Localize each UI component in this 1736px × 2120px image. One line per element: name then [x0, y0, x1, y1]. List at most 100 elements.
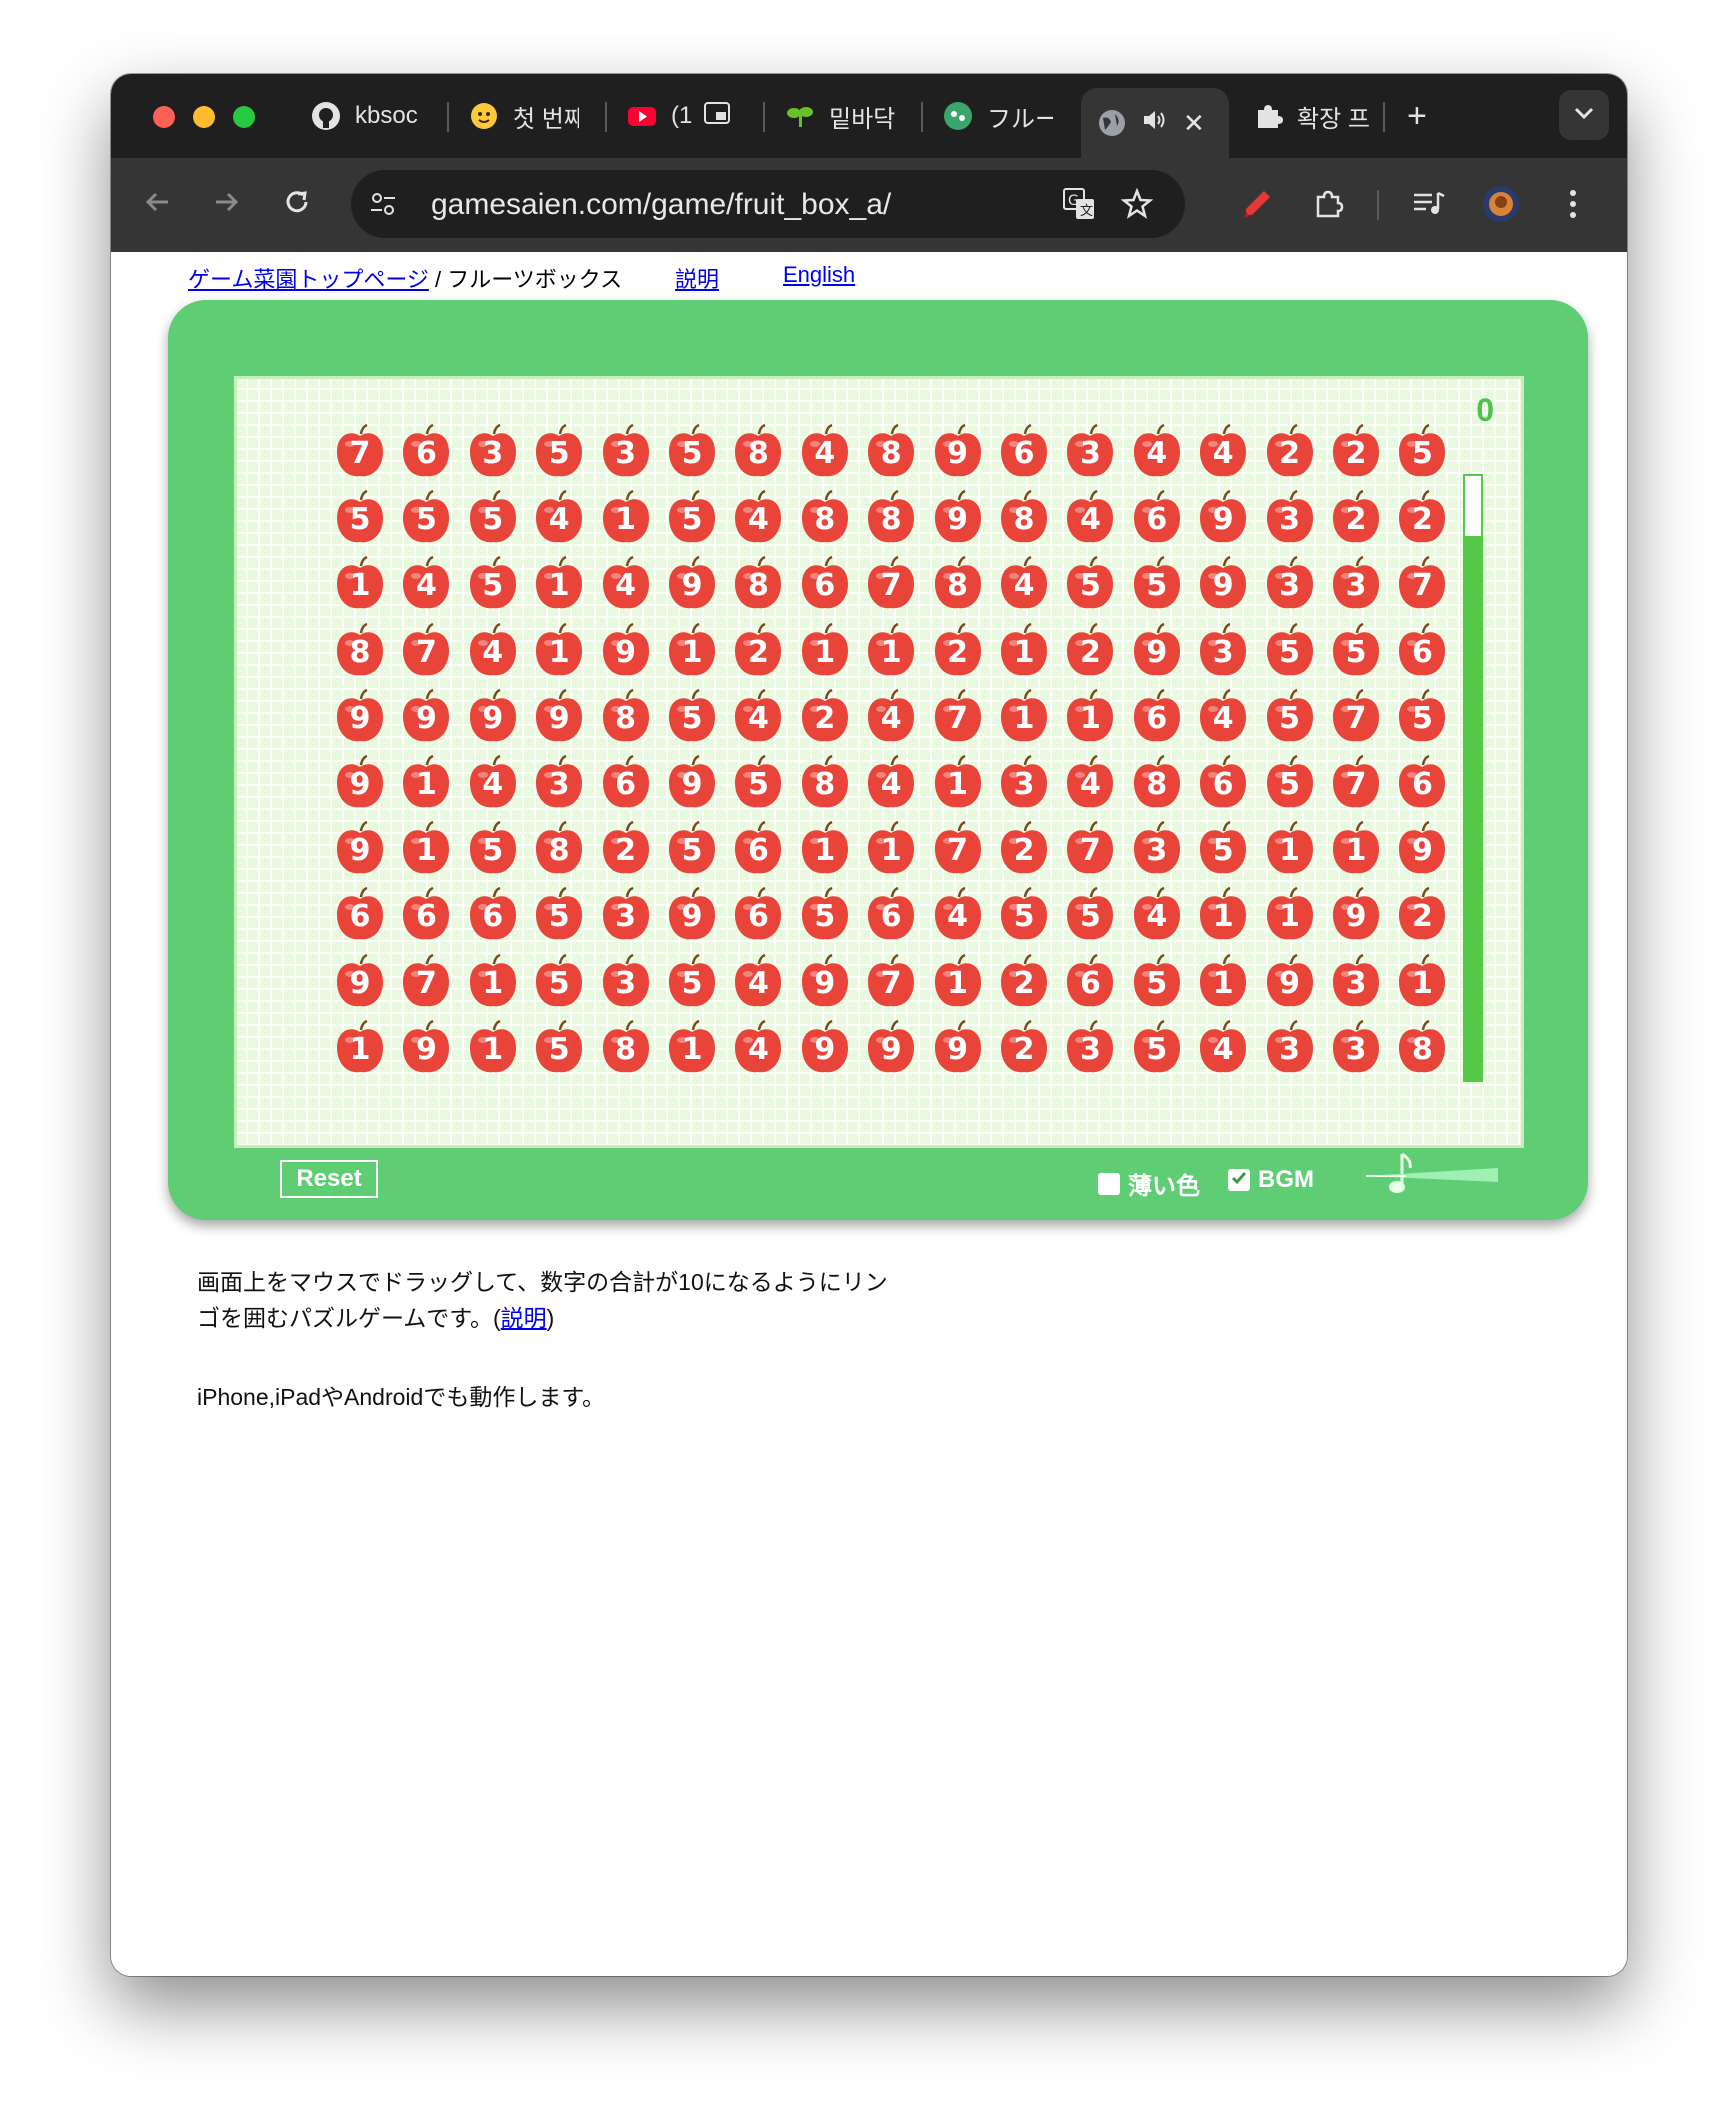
apple-cell[interactable]: 9: [932, 424, 984, 480]
apple-cell[interactable]: 3: [1064, 1019, 1116, 1076]
apple-cell[interactable]: 8: [799, 490, 851, 546]
apple-cell[interactable]: 5: [1131, 556, 1183, 612]
apple-cell[interactable]: 6: [1197, 755, 1249, 811]
apple-cell[interactable]: 3: [998, 755, 1050, 811]
close-window-button[interactable]: [153, 106, 175, 128]
apple-cell[interactable]: 4: [1064, 755, 1116, 811]
apple-cell[interactable]: 8: [732, 556, 784, 612]
light-color-toggle[interactable]: 薄い色: [1098, 1166, 1200, 1201]
apple-cell[interactable]: 6: [799, 556, 851, 612]
apple-cell[interactable]: 7: [400, 953, 452, 1010]
apple-cell[interactable]: 3: [1264, 1019, 1316, 1076]
apple-cell[interactable]: 7: [865, 953, 917, 1010]
apple-cell[interactable]: 1: [1264, 887, 1316, 943]
bgm-checkbox[interactable]: [1228, 1169, 1250, 1191]
apple-cell[interactable]: 7: [334, 424, 386, 480]
apple-cell[interactable]: 5: [533, 1019, 585, 1076]
apple-cell[interactable]: 2: [998, 1019, 1050, 1076]
apple-cell[interactable]: 1: [334, 1019, 386, 1076]
apple-cell[interactable]: 1: [666, 622, 718, 679]
apple-cell[interactable]: 1: [400, 821, 452, 877]
apple-cell[interactable]: 5: [533, 953, 585, 1010]
apple-cell[interactable]: 9: [1131, 622, 1183, 679]
apple-cell[interactable]: 3: [1330, 953, 1382, 1010]
translate-icon[interactable]: G文: [1061, 186, 1097, 222]
apple-cell[interactable]: 7: [932, 688, 984, 745]
apple-cell[interactable]: 4: [1131, 887, 1183, 943]
apple-cell[interactable]: 9: [334, 688, 386, 745]
apple-cell[interactable]: 5: [1264, 622, 1316, 679]
apple-cell[interactable]: 4: [732, 688, 784, 745]
apple-cell[interactable]: 5: [1197, 821, 1249, 877]
apple-cell[interactable]: 1: [400, 755, 452, 811]
apple-cell[interactable]: 1: [467, 1019, 519, 1076]
forward-button[interactable]: [205, 182, 249, 226]
description-help-link[interactable]: 説明: [501, 1305, 547, 1331]
apple-cell[interactable]: 4: [467, 622, 519, 679]
site-settings-icon[interactable]: [365, 186, 401, 222]
apple-cell[interactable]: 9: [400, 1019, 452, 1076]
apple-cell[interactable]: 3: [1264, 556, 1316, 612]
apple-cell[interactable]: 1: [1197, 887, 1249, 943]
apple-cell[interactable]: 9: [1330, 887, 1382, 943]
reload-button[interactable]: [275, 182, 319, 226]
apple-cell[interactable]: 2: [1264, 424, 1316, 480]
apple-cell[interactable]: 3: [467, 424, 519, 480]
apple-cell[interactable]: 7: [1330, 688, 1382, 745]
apple-cell[interactable]: 8: [998, 490, 1050, 546]
apple-cell[interactable]: 6: [1131, 688, 1183, 745]
apple-cell[interactable]: 5: [732, 755, 784, 811]
apple-cell[interactable]: 5: [1064, 556, 1116, 612]
apple-cell[interactable]: 9: [1396, 821, 1448, 877]
apple-cell[interactable]: 8: [600, 1019, 652, 1076]
apple-cell[interactable]: 3: [1064, 424, 1116, 480]
apple-cell[interactable]: 7: [400, 622, 452, 679]
apple-cell[interactable]: 8: [533, 821, 585, 877]
apple-cell[interactable]: 4: [865, 688, 917, 745]
apple-cell[interactable]: 6: [1064, 953, 1116, 1010]
apple-cell[interactable]: 5: [334, 490, 386, 546]
apple-cell[interactable]: 9: [467, 688, 519, 745]
apple-cell[interactable]: 2: [1330, 424, 1382, 480]
apple-cell[interactable]: 4: [932, 887, 984, 943]
apple-cell[interactable]: 4: [1197, 424, 1249, 480]
apple-cell[interactable]: 4: [1064, 490, 1116, 546]
apple-cell[interactable]: 5: [1131, 953, 1183, 1010]
apple-cell[interactable]: 9: [666, 887, 718, 943]
apple-cell[interactable]: 5: [666, 424, 718, 480]
apple-cell[interactable]: 3: [600, 953, 652, 1010]
apple-cell[interactable]: 1: [1330, 821, 1382, 877]
apple-cell[interactable]: 5: [467, 821, 519, 877]
apple-cell[interactable]: 2: [732, 622, 784, 679]
apple-cell[interactable]: 5: [1131, 1019, 1183, 1076]
help-link[interactable]: 説明: [675, 262, 719, 294]
bookmark-star-icon[interactable]: [1119, 186, 1155, 222]
apple-cell[interactable]: 4: [732, 953, 784, 1010]
apple-cell[interactable]: 9: [1264, 953, 1316, 1010]
tab-hugging-face[interactable]: 첫 번째: [469, 90, 579, 142]
more-menu-icon[interactable]: [1551, 182, 1595, 226]
apple-cell[interactable]: 1: [1064, 688, 1116, 745]
apple-cell[interactable]: 8: [1131, 755, 1183, 811]
apple-cell[interactable]: 1: [1264, 821, 1316, 877]
apple-cell[interactable]: 6: [1396, 622, 1448, 679]
tab-github[interactable]: kbsoc: [311, 90, 421, 142]
url-text[interactable]: gamesaien.com/game/fruit_box_a/: [431, 188, 891, 222]
apple-cell[interactable]: 9: [400, 688, 452, 745]
apple-cell[interactable]: 2: [1396, 887, 1448, 943]
tab-fruit-box[interactable]: フルー: [943, 90, 1053, 142]
apple-cell[interactable]: 4: [533, 490, 585, 546]
apple-cell[interactable]: 1: [998, 622, 1050, 679]
speaker-icon[interactable]: [1141, 107, 1167, 140]
apple-cell[interactable]: 8: [932, 556, 984, 612]
apple-cell[interactable]: 2: [1330, 490, 1382, 546]
maximize-window-button[interactable]: [233, 106, 255, 128]
apple-cell[interactable]: 9: [334, 821, 386, 877]
apple-cell[interactable]: 5: [1330, 622, 1382, 679]
apple-cell[interactable]: 5: [1396, 424, 1448, 480]
apple-cell[interactable]: 5: [400, 490, 452, 546]
new-tab-button[interactable]: +: [1407, 96, 1427, 136]
apple-cell[interactable]: 6: [732, 887, 784, 943]
apple-cell[interactable]: 5: [1264, 688, 1316, 745]
address-bar[interactable]: gamesaien.com/game/fruit_box_a/ G文: [351, 170, 1185, 238]
